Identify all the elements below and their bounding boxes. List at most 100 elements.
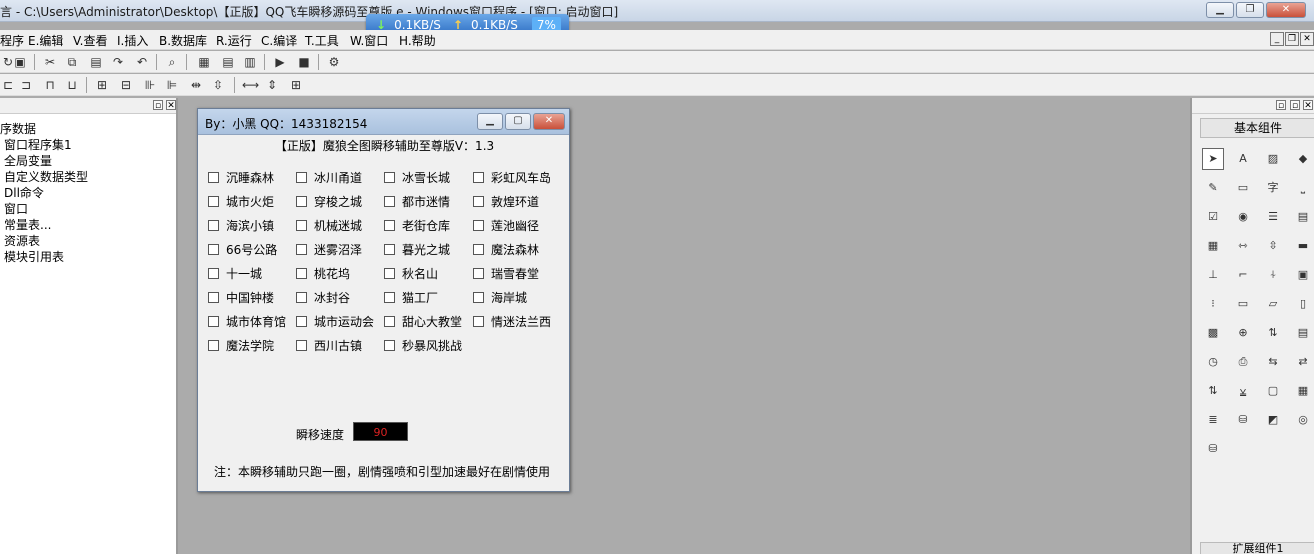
- funnel-icon[interactable]: ⩣: [1232, 380, 1254, 402]
- map-checkbox[interactable]: 十一城: [208, 265, 262, 282]
- checkbox-box[interactable]: [296, 172, 307, 183]
- checkbox-box[interactable]: [208, 340, 219, 351]
- checkbox-box[interactable]: [296, 340, 307, 351]
- align-bottom-icon[interactable]: ⊔: [64, 77, 80, 93]
- run-icon[interactable]: ▶: [272, 54, 288, 70]
- map-checkbox[interactable]: 秋名山: [384, 265, 438, 282]
- center-horizontal-icon[interactable]: ⇹: [188, 77, 204, 93]
- tree-item[interactable]: 自定义数据类型: [4, 168, 88, 185]
- tree-item[interactable]: Dll命令: [4, 184, 44, 201]
- map-checkbox[interactable]: 都市迷情: [384, 193, 450, 210]
- checkbox-box[interactable]: [296, 244, 307, 255]
- layout-middle-icon[interactable]: ▤: [220, 54, 236, 70]
- tree-item[interactable]: 资源表: [4, 232, 40, 249]
- network-icon[interactable]: ⇅: [1202, 380, 1224, 402]
- same-width-icon[interactable]: ⊞: [94, 77, 110, 93]
- map-checkbox[interactable]: 66号公路: [208, 241, 277, 258]
- map-checkbox[interactable]: 魔法森林: [473, 241, 539, 258]
- checkbox-box[interactable]: [384, 172, 395, 183]
- tree-item[interactable]: 窗口程序集1: [4, 136, 72, 153]
- mdi-close-button[interactable]: ✕: [1300, 32, 1314, 46]
- align-center-icon[interactable]: ⊐: [18, 77, 34, 93]
- map-checkbox[interactable]: 瑞雪春堂: [473, 265, 539, 282]
- menu-edit[interactable]: E.编辑: [28, 32, 63, 49]
- center-vertical-icon[interactable]: ⇳: [210, 77, 226, 93]
- menu-tools[interactable]: T.工具: [305, 32, 339, 49]
- checkbox-box[interactable]: [296, 196, 307, 207]
- panel-close-button[interactable]: ✕: [1303, 100, 1313, 111]
- file-icon[interactable]: ▯: [1292, 293, 1314, 315]
- panel-close-button[interactable]: ✕: [166, 100, 176, 111]
- cut-icon[interactable]: ✂: [42, 54, 58, 70]
- stop-icon[interactable]: ■: [296, 54, 312, 70]
- map-checkbox[interactable]: 海滨小镇: [208, 217, 274, 234]
- close-button[interactable]: ✕: [1266, 2, 1306, 18]
- checkbox-box[interactable]: [384, 220, 395, 231]
- menu-window[interactable]: W.窗口: [350, 32, 388, 49]
- tree-item[interactable]: 窗口: [4, 200, 28, 217]
- extended-components-tab[interactable]: 扩展组件1: [1200, 542, 1314, 554]
- checkbox-box[interactable]: [296, 220, 307, 231]
- checkbox-box[interactable]: [473, 316, 484, 327]
- tab-icon[interactable]: ⌐: [1232, 264, 1254, 286]
- tree-item[interactable]: 常量表...: [4, 216, 51, 233]
- map-checkbox[interactable]: 彩虹风车岛: [473, 169, 551, 186]
- tree-item[interactable]: 序数据: [0, 120, 36, 137]
- resize-width-icon[interactable]: ⟷: [242, 77, 259, 93]
- map-checkbox[interactable]: 甜心大教堂: [384, 313, 462, 330]
- minimize-button[interactable]: ▁: [1206, 2, 1234, 18]
- stack-icon[interactable]: ≣: [1202, 409, 1224, 431]
- picture-icon[interactable]: ▨: [1262, 148, 1284, 170]
- slider-icon[interactable]: ⍭: [1262, 264, 1284, 286]
- map-checkbox[interactable]: 暮光之城: [384, 241, 450, 258]
- checkbox-box[interactable]: [208, 172, 219, 183]
- checkbox-box[interactable]: [384, 244, 395, 255]
- printer-icon[interactable]: ⎙: [1232, 351, 1254, 373]
- combo-icon[interactable]: ▤: [1292, 206, 1314, 228]
- db-icon[interactable]: ⇄: [1292, 351, 1314, 373]
- color-icon[interactable]: ▩: [1202, 322, 1224, 344]
- panel-restore-button[interactable]: ▫: [1290, 100, 1300, 111]
- cylinder-icon[interactable]: ⛁: [1232, 409, 1254, 431]
- clock-icon[interactable]: ▤: [1292, 322, 1314, 344]
- checkbox-box[interactable]: [384, 268, 395, 279]
- paste-icon[interactable]: ▤: [88, 54, 104, 70]
- menu-run[interactable]: R.运行: [216, 32, 252, 49]
- space-horizontal-icon[interactable]: ⊪: [142, 77, 158, 93]
- scroll-v-icon[interactable]: ⇳: [1262, 235, 1284, 257]
- chart-icon[interactable]: ◩: [1262, 409, 1284, 431]
- checkbox-box[interactable]: [384, 316, 395, 327]
- align-top-icon[interactable]: ⊓: [42, 77, 58, 93]
- map-checkbox[interactable]: 机械迷城: [296, 217, 362, 234]
- map-checkbox[interactable]: 冰川甬道: [296, 169, 362, 186]
- timer-icon[interactable]: ◷: [1202, 351, 1224, 373]
- checkbox-box[interactable]: [208, 220, 219, 231]
- grid-icon[interactable]: ⊞: [288, 77, 304, 93]
- checkbox-box[interactable]: [473, 292, 484, 303]
- map-checkbox[interactable]: 猫工厂: [384, 289, 438, 306]
- layout-side-icon[interactable]: ▥: [242, 54, 258, 70]
- data-icon[interactable]: ⇆: [1262, 351, 1284, 373]
- ruler-icon[interactable]: ⊥: [1202, 264, 1224, 286]
- map-checkbox[interactable]: 桃花坞: [296, 265, 350, 282]
- align-left-icon[interactable]: ⊏: [0, 77, 16, 93]
- layout-top-icon[interactable]: ▦: [196, 54, 212, 70]
- drive-icon[interactable]: ▱: [1262, 293, 1284, 315]
- find-icon[interactable]: ⌕: [164, 54, 180, 70]
- map-checkbox[interactable]: 海岸城: [473, 289, 527, 306]
- same-height-icon[interactable]: ⊟: [118, 77, 134, 93]
- edit-icon[interactable]: ✎: [1202, 177, 1224, 199]
- menu-help[interactable]: H.帮助: [399, 32, 436, 49]
- scroll-h-icon[interactable]: ⇿: [1232, 235, 1254, 257]
- resize-height-icon[interactable]: ⇕: [264, 77, 280, 93]
- progress-icon[interactable]: ▬: [1292, 235, 1314, 257]
- checkbox-icon[interactable]: ☑: [1202, 206, 1224, 228]
- checkbox-box[interactable]: [208, 292, 219, 303]
- updown-icon[interactable]: ⇅: [1262, 322, 1284, 344]
- redo-icon[interactable]: ↷: [110, 54, 126, 70]
- map-checkbox[interactable]: 沉睡森林: [208, 169, 274, 186]
- checkbox-box[interactable]: [384, 196, 395, 207]
- map-checkbox[interactable]: 西川古镇: [296, 337, 362, 354]
- tree-item[interactable]: 模块引用表: [4, 248, 64, 265]
- checkbox-box[interactable]: [208, 244, 219, 255]
